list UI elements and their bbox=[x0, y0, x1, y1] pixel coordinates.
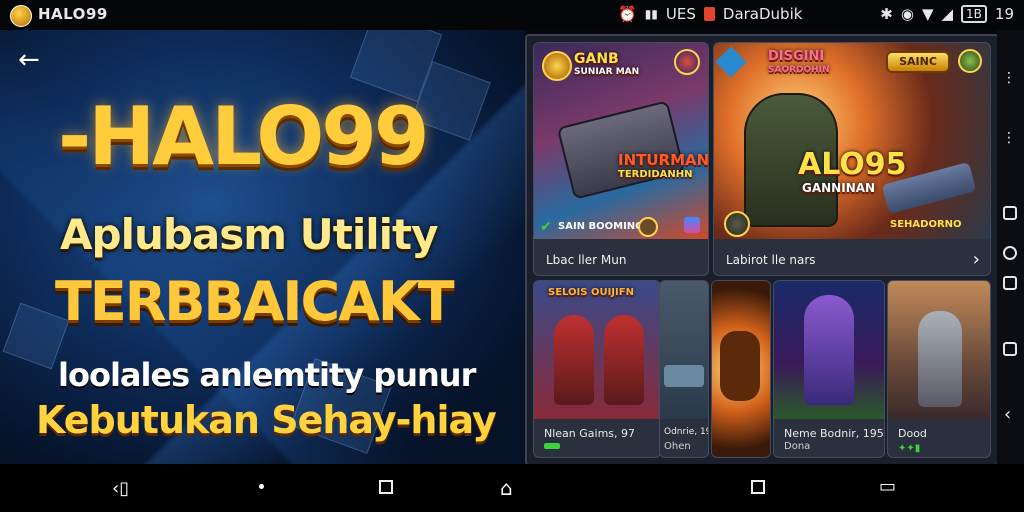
side-rail: ⋮ ⋮ ‹ bbox=[997, 30, 1024, 464]
game-header-text: DISGINI bbox=[768, 49, 825, 64]
game-logo-text: GANB bbox=[574, 51, 619, 67]
game-badge-icon bbox=[958, 49, 982, 73]
game-card-small-4-art bbox=[774, 281, 884, 419]
more-icon-2[interactable]: ⋮ bbox=[1002, 130, 1016, 146]
chat-icon[interactable]: ▭ bbox=[879, 476, 896, 497]
game-art-title: INTURMAN bbox=[618, 151, 709, 169]
game-card-1[interactable]: GANB SUNIAR MAN INTURMAN TERDIDANHN ✔ SA… bbox=[533, 42, 709, 276]
game-card-small-3-art bbox=[712, 281, 770, 457]
game-card-small-2-sub: Ohen bbox=[664, 441, 691, 452]
game-card-small-1-art: SELOIS OUIJIFN bbox=[534, 281, 660, 419]
status-center-text: UES bbox=[665, 5, 696, 23]
status-bar: HALO99 ⏰ ▮▮ UES DaraDubik ✱ ◉ ▼ ◢ 1B 19 bbox=[0, 0, 1024, 30]
bluetooth-icon: ✱ bbox=[880, 5, 893, 23]
status-indicator bbox=[544, 443, 560, 449]
avatar-icon bbox=[724, 211, 750, 237]
network-text: DaraDubik bbox=[722, 5, 803, 23]
game-card-small-5-art bbox=[888, 281, 990, 419]
game-card-small-3[interactable] bbox=[711, 280, 771, 458]
game-logo-icon bbox=[542, 51, 572, 81]
chevron-right-icon[interactable]: › bbox=[973, 249, 980, 270]
hero-description: loolales anlemtity punur bbox=[58, 356, 476, 394]
copy-icon[interactable] bbox=[1003, 342, 1017, 356]
game-art-subtitle: GANNINAN bbox=[802, 181, 876, 195]
hero-subtitle: Aplubasm Utility bbox=[60, 210, 438, 259]
square-icon-2[interactable] bbox=[1003, 276, 1017, 290]
game-card-small-2-art bbox=[660, 281, 708, 419]
robot-illustration bbox=[554, 315, 594, 405]
game-card-small-1[interactable]: SELOIS OUIJIFN Nlean Gaims, 97 bbox=[533, 280, 661, 458]
game-logo-icon bbox=[715, 46, 747, 78]
game-card-small-4-caption: Neme Bodnir, 195 bbox=[784, 427, 884, 440]
back-icon[interactable]: ‹ bbox=[1004, 404, 1011, 425]
game-art-subtitle: TERDIDANHN bbox=[618, 169, 693, 180]
hero-tagline: Kebutukan Sehay-hiay bbox=[36, 398, 497, 442]
square-icon[interactable] bbox=[1003, 206, 1017, 220]
dot-icon[interactable] bbox=[259, 484, 264, 489]
hero-title: -HALO99 bbox=[58, 90, 430, 183]
game-logo-subtext: SUNIAR MAN bbox=[574, 67, 640, 77]
game-card-2-art: DISGINI SAORDOHIN SAINC ALO95 GANNINAN S… bbox=[714, 43, 990, 239]
game-action-pill[interactable]: SAINC bbox=[886, 51, 950, 73]
game-card-small-5[interactable]: Dood ✦✦▮ bbox=[887, 280, 991, 458]
battery-icon: 1B bbox=[961, 5, 987, 23]
check-icon: ✔ bbox=[540, 219, 552, 235]
game-footer-label: SAIN BOOMING bbox=[558, 221, 644, 232]
character-illustration bbox=[720, 331, 760, 401]
game-card-small-4-sub: Dona bbox=[784, 441, 811, 452]
avatar-icon bbox=[638, 217, 658, 237]
truck-illustration bbox=[556, 100, 686, 200]
robot-illustration bbox=[604, 315, 644, 405]
game-card-small-4[interactable]: Neme Bodnir, 195 Dona bbox=[773, 280, 885, 458]
game-gallery-panel: GANB SUNIAR MAN INTURMAN TERDIDANHN ✔ SA… bbox=[525, 34, 999, 466]
app-logo-icon bbox=[10, 5, 32, 27]
overview-icon[interactable] bbox=[751, 480, 765, 494]
alarm-icon: ⏰ bbox=[618, 5, 637, 23]
game-card-small-1-caption: Nlean Gaims, 97 bbox=[544, 427, 636, 440]
game-card-1-caption: Lbac ller Mun bbox=[546, 253, 627, 267]
app-name: HALO99 bbox=[38, 5, 108, 23]
back-arrow-icon[interactable]: ← bbox=[18, 47, 42, 73]
robot-illustration bbox=[804, 295, 854, 405]
status-right: ✱ ◉ ▼ ◢ 1B 19 bbox=[880, 5, 1014, 23]
status-center: ⏰ ▮▮ UES DaraDubik bbox=[618, 5, 802, 23]
home-icon[interactable]: ⌂ bbox=[500, 476, 513, 500]
game-footer-label: SEHADORNO bbox=[890, 219, 962, 230]
location-icon: ◉ bbox=[900, 5, 914, 23]
notification-icon bbox=[703, 7, 715, 21]
clock: 19 bbox=[994, 5, 1014, 23]
game-card-2-caption: Labirot lle nars bbox=[726, 253, 816, 267]
game-art-title: ALO95 bbox=[798, 147, 907, 182]
game-badge-icon bbox=[674, 49, 700, 75]
recents-icon[interactable] bbox=[379, 480, 393, 494]
cell-signal-icon: ◢ bbox=[941, 5, 954, 23]
navigation-bar: ‹▯ ⌂ ▭ bbox=[0, 464, 1024, 512]
share-icon bbox=[684, 217, 700, 233]
hero-headline: TERBBAICAKT bbox=[55, 270, 455, 333]
game-card-small-2[interactable]: Odnrie, 190 Ohen bbox=[659, 280, 709, 458]
game-card-2[interactable]: DISGINI SAORDOHIN SAINC ALO95 GANNINAN S… bbox=[713, 42, 991, 276]
more-icon[interactable]: ⋮ bbox=[1002, 70, 1016, 86]
game-banner: SELOIS OUIJIFN bbox=[548, 287, 634, 298]
robot-illustration bbox=[918, 311, 962, 407]
game-header-subtext: SAORDOHIN bbox=[768, 65, 830, 75]
hero-banner: ← -HALO99 Aplubasm Utility TERBBAICAKT l… bbox=[0, 30, 525, 464]
rating-icons: ✦✦▮ bbox=[898, 443, 921, 454]
game-card-small-2-caption: Odnrie, 190 bbox=[664, 427, 708, 437]
car-illustration bbox=[664, 365, 704, 387]
wifi-icon: ▼ bbox=[921, 5, 934, 23]
game-card-1-art: GANB SUNIAR MAN INTURMAN TERDIDANHN ✔ SA… bbox=[534, 43, 708, 239]
back-nav-icon[interactable]: ‹▯ bbox=[112, 478, 129, 499]
game-card-small-5-caption: Dood bbox=[898, 427, 927, 440]
circle-icon[interactable] bbox=[1003, 246, 1017, 260]
signal-icon: ▮▮ bbox=[644, 7, 658, 21]
